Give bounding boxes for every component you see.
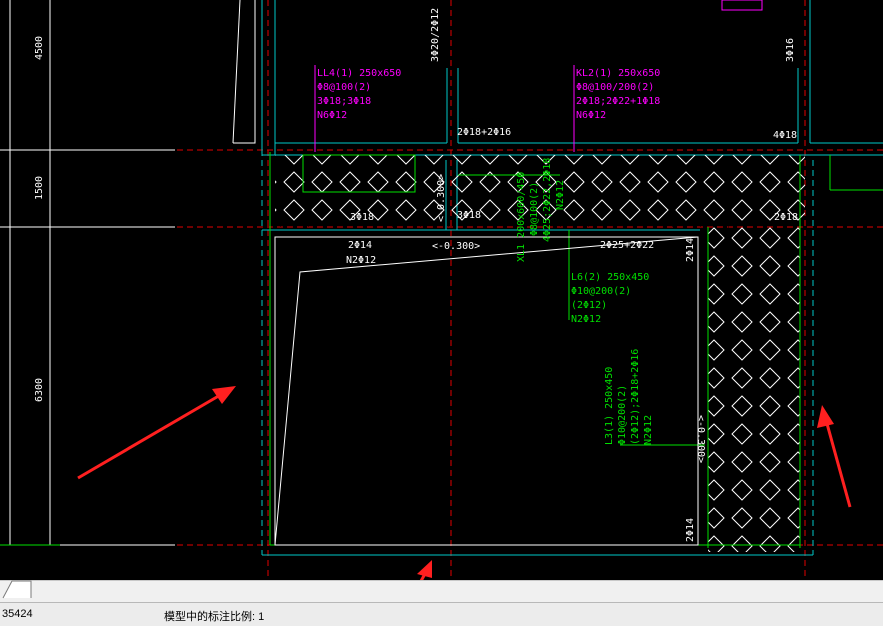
rebar-2phi25: 2Φ25+2Φ22 — [600, 240, 654, 251]
kl2-line-1: KL2(1) 250x650 — [576, 68, 660, 79]
xl1-line-1: XL1 200x600/450 — [516, 172, 527, 262]
rebar-3phi18-mid: 3Φ18 — [457, 210, 481, 221]
rebar-3phi16: 3Φ16 — [785, 38, 796, 62]
arrow-right-icon — [817, 405, 852, 508]
beam-kl2-annotation: KL2(1) 250x650 Φ8@100/200(2) 2Φ18;2Φ22+1… — [576, 68, 660, 121]
rebar-3phi18-left: 3Φ18 — [350, 212, 374, 223]
l3-line-3: (2Φ12);2Φ18+2Φ16 — [630, 349, 641, 445]
elevation-a: <-0.300> — [436, 174, 447, 222]
rebar-n2phi12: N2Φ12 — [346, 255, 376, 266]
l3-line-4: N2Φ12 — [643, 415, 654, 445]
xl1-line-3: 4Φ25;2Φ22,2Φ18 — [542, 158, 553, 242]
rebar-2phi18-16: 2Φ18+2Φ16 — [457, 127, 511, 138]
l3-line-2: Φ10@200(2) — [617, 385, 628, 445]
kl2-line-3: 2Φ18;2Φ22+1Φ18 — [576, 96, 660, 107]
cad-drawing-canvas[interactable]: 4500 1500 6300 LL4(1) 250x650 Φ8@100(2) … — [0, 0, 883, 580]
beam-l6-annotation: L6(2) 250x450 Φ10@200(2) (2Φ12) N2Φ12 — [571, 272, 649, 325]
rebar-3phi20: 3Φ20/2Φ12 — [430, 8, 441, 62]
beam-ll4-annotation: LL4(1) 250x650 Φ8@100(2) 3Φ18;3Φ18 N6Φ12 — [317, 68, 401, 121]
ll4-line-1: LL4(1) 250x650 — [317, 68, 401, 79]
xl1-line-2: Φ8@100(2) — [529, 182, 540, 236]
model-tab[interactable] — [2, 579, 32, 599]
ll4-line-3: 3Φ18;3Φ18 — [317, 96, 371, 107]
rebar-2phi14-side-top: 2Φ14 — [685, 238, 696, 262]
annotation-scale-text[interactable]: 模型中的标注比例: 1 — [164, 608, 264, 624]
l6-line-2: Φ10@200(2) — [571, 286, 631, 297]
drawing-svg: 4500 1500 6300 LL4(1) 250x650 Φ8@100(2) … — [0, 0, 883, 580]
dimension-lines — [0, 0, 175, 546]
rebar-2phi18-right: 2Φ18 — [774, 212, 798, 223]
dim-4500: 4500 — [34, 36, 45, 60]
dim-1500: 1500 — [34, 176, 45, 200]
l6-line-4: N2Φ12 — [571, 314, 601, 325]
l6-line-1: L6(2) 250x450 — [571, 272, 649, 283]
rebar-4phi18: 4Φ18 — [773, 130, 797, 141]
arrow-bottom-icon — [417, 560, 432, 580]
kl2-line-4: N6Φ12 — [576, 110, 606, 121]
status-bar: 35424 模型中的标注比例: 1 — [0, 602, 883, 626]
layout-tab-strip — [0, 580, 883, 603]
dim-6300: 6300 — [34, 378, 45, 402]
coordinate-readout: 35424 — [2, 608, 33, 620]
arrow-left-icon — [77, 386, 236, 480]
xl1-line-4: N2Φ12 — [555, 180, 566, 210]
magenta-box-top — [721, 0, 763, 11]
ll4-line-4: N6Φ12 — [317, 110, 347, 121]
beam-l3-annotation: L3(1) 250x450 Φ10@200(2) (2Φ12);2Φ18+2Φ1… — [604, 349, 654, 445]
rebar-2phi14: 2Φ14 — [348, 240, 372, 251]
rebar-2phi14-side-bot: 2Φ14 — [685, 518, 696, 542]
kl2-line-2: Φ8@100/200(2) — [576, 82, 654, 93]
l3-line-1: L3(1) 250x450 — [604, 367, 615, 445]
elevation-c: <-0.300> — [695, 415, 706, 463]
l6-line-3: (2Φ12) — [571, 300, 607, 311]
ll4-line-2: Φ8@100(2) — [317, 82, 371, 93]
elevation-b: <-0.300> — [432, 241, 480, 252]
